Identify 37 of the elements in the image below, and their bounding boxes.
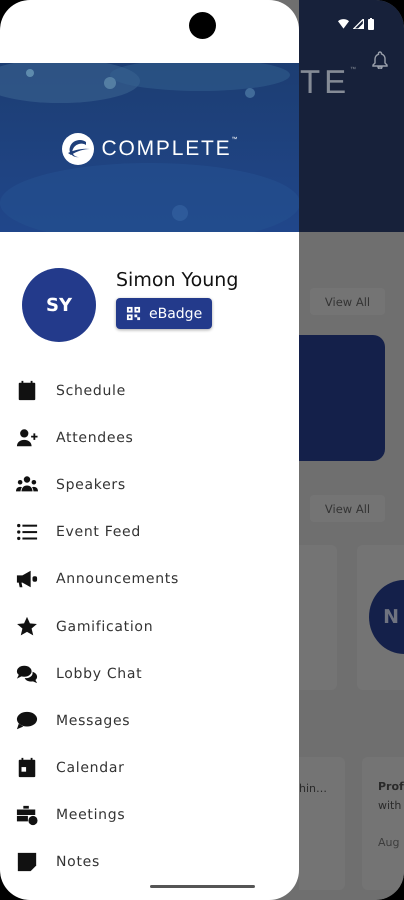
person-plus-icon <box>16 426 38 449</box>
qr-code-icon <box>126 306 141 321</box>
calendar-icon <box>16 380 38 402</box>
speech-bubble-icon <box>16 710 38 732</box>
megaphone-icon <box>16 568 38 590</box>
calendar-icon <box>16 757 38 780</box>
menu-item[interactable]: Messages <box>0 697 299 744</box>
battery-icon <box>368 18 374 30</box>
logo-text: COMPLETE$^{™}$ <box>102 136 238 160</box>
star-icon <box>16 616 38 638</box>
menu-item[interactable]: Meetings <box>0 792 299 839</box>
speaker-card[interactable] <box>299 545 337 690</box>
signal-icon <box>353 19 364 29</box>
menu-item[interactable]: Notes <box>0 838 299 886</box>
card-title: Prof <box>378 779 404 795</box>
logo-text: TE$^{™}$ <box>300 63 356 101</box>
card-text: with <box>378 798 402 814</box>
menu-item[interactable]: Lobby Chat <box>0 650 299 698</box>
ebadge-button[interactable]: eBadge <box>116 298 212 329</box>
menu-item[interactable]: Event Feed <box>0 508 299 556</box>
menu-item[interactable]: Speakers <box>0 461 299 509</box>
menu-item[interactable]: Gamification <box>0 602 299 650</box>
menu-item[interactable]: Announcements <box>0 556 299 603</box>
logo-icon <box>62 132 94 164</box>
card-date: Aug <box>378 835 400 851</box>
menu-item[interactable]: Calendar <box>0 744 299 792</box>
menu-item[interactable]: Attendees <box>0 414 299 462</box>
card-title: hin… <box>299 782 327 795</box>
event-card[interactable] <box>299 335 385 461</box>
user-name: Simon Young <box>116 269 238 291</box>
wifi-icon <box>338 19 349 29</box>
avatar: N <box>369 580 404 654</box>
briefcase-clock-icon <box>16 804 38 826</box>
note-icon <box>16 851 38 874</box>
menu-item[interactable]: Schedule <box>0 367 299 414</box>
bell-icon[interactable] <box>372 51 388 69</box>
avatar: SY <box>22 268 96 342</box>
